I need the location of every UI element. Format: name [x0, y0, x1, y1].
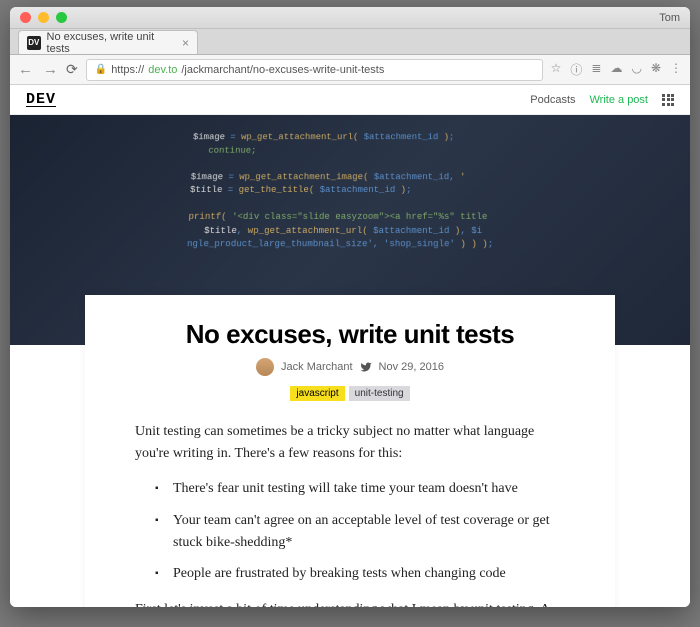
- toolbar-icons: ☆ ⓘ ≣ ☁ ◡ ❋ ⋮: [551, 61, 682, 78]
- close-window-button[interactable]: [20, 12, 31, 23]
- info-icon[interactable]: ⓘ: [570, 61, 582, 78]
- byline: Jack Marchant Nov 29, 2016: [135, 358, 565, 376]
- traffic-lights: [20, 12, 67, 23]
- maximize-window-button[interactable]: [56, 12, 67, 23]
- close-tab-icon[interactable]: ×: [182, 36, 189, 50]
- list-item: There's fear unit testing will take time…: [155, 478, 565, 500]
- list-item: Your team can't agree on an acceptable l…: [155, 510, 565, 553]
- address-bar: ← → ⟳ 🔒 https:// dev.to/jackmarchant/no-e…: [10, 55, 690, 85]
- tag-javascript[interactable]: javascript: [290, 386, 344, 401]
- minimize-window-button[interactable]: [38, 12, 49, 23]
- lock-icon: 🔒: [95, 64, 107, 75]
- page-content: DEV Podcasts Write a post $image = wp_ge…: [10, 85, 690, 607]
- author-avatar[interactable]: [256, 358, 274, 376]
- url-host: dev.to: [148, 64, 177, 76]
- write-post-link[interactable]: Write a post: [590, 94, 649, 106]
- url-field[interactable]: 🔒 https:// dev.to/jackmarchant/no-excuses…: [86, 59, 543, 81]
- pocket-icon[interactable]: ◡: [631, 61, 641, 78]
- browser-window: Tom DV No excuses, write unit tests × ← …: [10, 7, 690, 607]
- tab-bar: DV No excuses, write unit tests ×: [10, 29, 690, 55]
- evernote-icon[interactable]: ❋: [651, 61, 661, 78]
- tag-unit-testing[interactable]: unit-testing: [349, 386, 410, 401]
- window-titlebar: Tom: [10, 7, 690, 29]
- browser-tab[interactable]: DV No excuses, write unit tests ×: [18, 30, 198, 54]
- article-title: No excuses, write unit tests: [135, 319, 565, 350]
- reload-button[interactable]: ⟳: [66, 61, 78, 78]
- site-navbar: DEV Podcasts Write a post: [10, 85, 690, 115]
- author-name[interactable]: Jack Marchant: [281, 361, 353, 373]
- tab-title: No excuses, write unit tests: [47, 31, 176, 55]
- publish-date: Nov 29, 2016: [379, 361, 444, 373]
- favicon-icon: DV: [27, 36, 41, 50]
- twitter-icon[interactable]: [360, 361, 372, 373]
- code-sample-decoration: $image = wp_get_attachment_url( $attachm…: [187, 131, 674, 251]
- intro-paragraph: Unit testing can sometimes be a tricky s…: [135, 421, 565, 464]
- profile-name[interactable]: Tom: [659, 12, 680, 24]
- nav-arrows: ← →: [18, 61, 58, 78]
- star-icon[interactable]: ☆: [551, 61, 562, 78]
- cloud-icon[interactable]: ☁: [610, 61, 622, 78]
- url-scheme: https://: [111, 64, 144, 76]
- tag-list: javascript unit-testing: [135, 386, 565, 401]
- site-logo[interactable]: DEV: [26, 91, 56, 108]
- list-item: People are frustrated by breaking tests …: [155, 563, 565, 585]
- podcasts-link[interactable]: Podcasts: [530, 94, 575, 106]
- back-button[interactable]: ←: [18, 61, 33, 78]
- outro-paragraph: First let's invest a bit of time underst…: [135, 599, 565, 607]
- reasons-list: There's fear unit testing will take time…: [155, 478, 565, 585]
- article-body: Unit testing can sometimes be a tricky s…: [135, 421, 565, 607]
- menu-icon[interactable]: ⋮: [670, 61, 682, 78]
- article-card: No excuses, write unit tests Jack Marcha…: [85, 295, 615, 607]
- readability-icon[interactable]: ≣: [591, 61, 601, 78]
- url-path: /jackmarchant/no-excuses-write-unit-test…: [181, 64, 384, 76]
- forward-button[interactable]: →: [43, 61, 58, 78]
- apps-grid-icon[interactable]: [662, 94, 674, 106]
